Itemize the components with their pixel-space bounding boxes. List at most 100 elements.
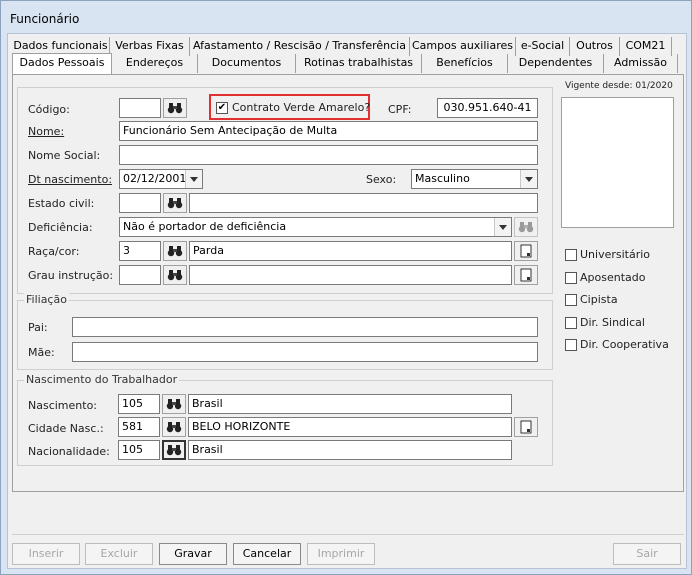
tab-enderecos[interactable]: Endereços [112,54,198,73]
check-icon: ✔ [217,102,227,113]
photo-box[interactable] [561,97,674,228]
grau-instrucao-label: Grau instrução: [28,269,114,282]
document-icon [520,420,532,434]
bottom-separator [12,534,684,535]
chevron-down-icon [525,176,533,182]
cidade-nasc-doc-button[interactable] [514,417,538,437]
pai-input[interactable] [72,317,538,337]
binoculars-icon [167,246,183,257]
excluir-button[interactable]: Excluir [85,543,153,565]
estado-civil-code-input[interactable] [119,193,161,213]
cipista-label: Cipista [580,293,618,306]
estado-civil-desc-input[interactable] [189,193,538,213]
grau-instrucao-code-input[interactable] [119,265,161,285]
nascimento-legend: Nascimento do Trabalhador [24,373,180,386]
group-filiacao: Filiação Pai: Mãe: [17,293,553,370]
estado-civil-label: Estado civil: [28,197,95,210]
dt-nascimento-input[interactable]: 02/12/2001 [119,169,203,189]
estado-civil-search-button[interactable] [163,193,187,213]
nascimento-label: Nascimento: [28,399,98,412]
dir-cooperativa-checkbox[interactable] [565,339,577,351]
raca-cor-search-button[interactable] [163,241,187,261]
deficiencia-value: Não é portador de deficiência [123,220,287,233]
deficiencia-label: Deficiência: [28,221,93,234]
group-dados-pessoais: Código: ✔ Contrato Verde Amarelo? CPF: 0… [17,87,553,294]
raca-cor-code-input[interactable]: 3 [119,241,161,261]
nome-social-input[interactable] [119,145,538,165]
dt-nascimento-label: Dt nascimento: [28,173,113,186]
imprimir-button[interactable]: Imprimir [307,543,375,565]
contrato-verde-amarelo-label: Contrato Verde Amarelo? [232,101,371,114]
codigo-label: Código: [28,103,70,116]
cidade-nasc-desc-input[interactable]: BELO HORIZONTE [188,417,512,437]
nome-label: Nome: [28,125,65,138]
cancelar-button[interactable]: Cancelar [233,543,301,565]
tab-admissao[interactable]: Admissão [604,54,678,73]
grau-instrucao-desc-input[interactable] [189,265,512,285]
nome-input[interactable]: Funcionário Sem Antecipação de Multa [119,121,538,141]
window: Funcionário Dados funcionais Verbas Fixa… [0,0,692,575]
tab-documentos[interactable]: Documentos [198,54,296,73]
tab-dados-pessoais[interactable]: Dados Pessoais [12,53,112,74]
tab-dependentes[interactable]: Dependentes [508,54,604,73]
tab-panel-dados-pessoais: Código: ✔ Contrato Verde Amarelo? CPF: 0… [12,74,684,492]
document-icon [520,244,532,258]
mae-label: Mãe: [28,346,55,359]
vigente-desde-label: Vigente desde: 01/2020 [565,81,673,91]
nacionalidade-code-input[interactable]: 105 [118,440,160,460]
group-nascimento-trabalhador: Nascimento do Trabalhador Nascimento: 10… [17,373,553,466]
sexo-select[interactable]: Masculino [411,169,538,189]
chevron-down-icon [499,224,507,230]
client-area: Dados funcionais Verbas Fixas Afastament… [7,33,687,569]
aposentado-checkbox[interactable] [565,272,577,284]
nascimento-code-input[interactable]: 105 [118,394,160,414]
tab-rotinas-trabalhistas[interactable]: Rotinas trabalhistas [296,54,422,73]
binoculars-icon [518,222,534,233]
nome-social-label: Nome Social: [28,149,101,162]
cidade-nasc-search-button[interactable] [162,417,186,437]
binoculars-icon [167,270,183,281]
dt-nascimento-dropdown-button[interactable] [185,170,202,188]
nacionalidade-label: Nacionalidade: [28,445,110,458]
raca-cor-label: Raça/cor: [28,245,80,258]
binoculars-icon [166,445,182,456]
dir-sindical-checkbox[interactable] [565,317,577,329]
gravar-button[interactable]: Gravar [159,543,227,565]
window-title: Funcionário [10,12,80,26]
dir-sindical-label: Dir. Sindical [580,316,645,329]
codigo-search-button[interactable] [163,98,187,118]
deficiencia-select[interactable]: Não é portador de deficiência [119,217,512,237]
nacionalidade-desc-input[interactable]: Brasil [188,440,512,460]
sair-button[interactable]: Sair [613,543,681,565]
deficiencia-search-button[interactable] [514,217,538,237]
deficiencia-dropdown-button[interactable] [494,218,511,236]
sexo-dropdown-button[interactable] [520,170,537,188]
contrato-verde-amarelo-checkbox[interactable]: ✔ [216,102,228,114]
sexo-label: Sexo: [366,173,397,186]
sexo-value: Masculino [415,172,470,185]
cidade-nasc-code-input[interactable]: 581 [118,417,160,437]
inserir-button[interactable]: Inserir [12,543,80,565]
document-icon [520,268,532,282]
binoculars-icon [167,198,183,209]
cipista-checkbox[interactable] [565,294,577,306]
cpf-label: CPF: [388,103,412,116]
filiacao-legend: Filiação [24,293,69,306]
chevron-down-icon [190,176,198,182]
nascimento-search-button[interactable] [162,394,186,414]
codigo-input[interactable] [119,98,161,118]
cpf-input[interactable]: 030.951.640-41 [437,98,538,118]
universitario-checkbox[interactable] [565,249,577,261]
raca-cor-desc-input[interactable]: Parda [189,241,512,261]
dir-cooperativa-label: Dir. Cooperativa [580,338,669,351]
dt-nascimento-value: 02/12/2001 [123,172,187,185]
raca-cor-doc-button[interactable] [514,241,538,261]
tab-beneficios[interactable]: Benefícios [422,54,508,73]
binoculars-icon [166,399,182,410]
nacionalidade-search-button[interactable] [162,440,186,460]
nascimento-desc-input[interactable]: Brasil [188,394,512,414]
mae-input[interactable] [72,342,538,362]
binoculars-icon [166,422,182,433]
grau-instrucao-search-button[interactable] [163,265,187,285]
grau-instrucao-doc-button[interactable] [514,265,538,285]
